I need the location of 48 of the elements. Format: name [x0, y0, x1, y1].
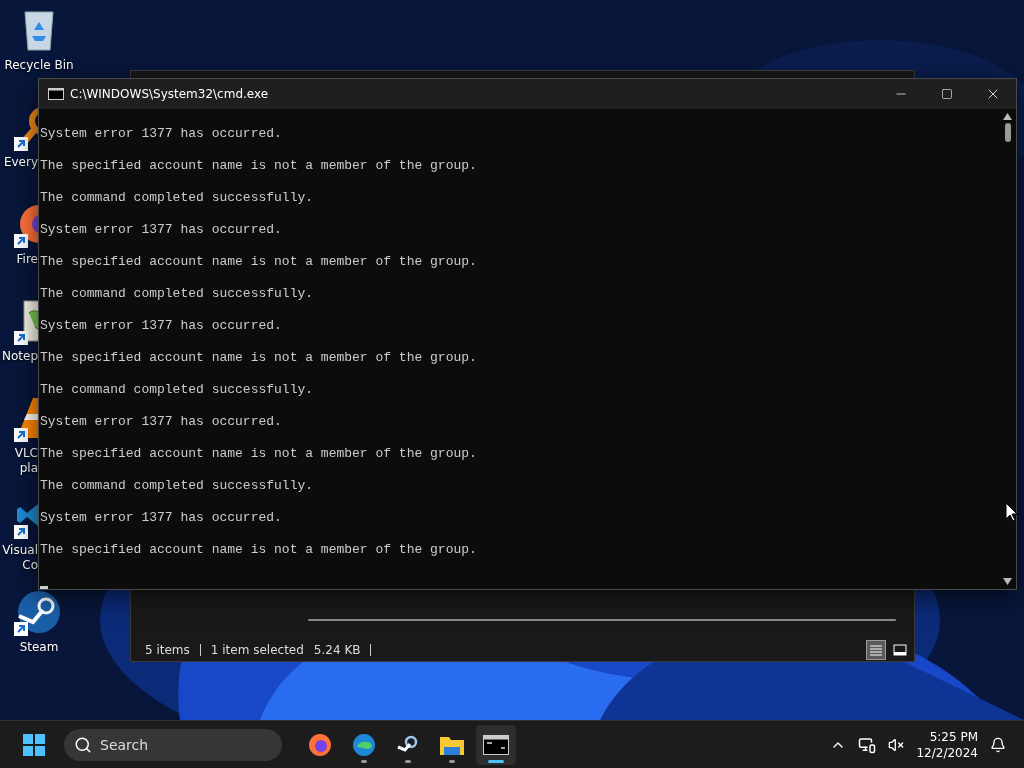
scroll-up-icon[interactable]	[1003, 113, 1012, 120]
console-line: System error 1377 has occurred.	[40, 221, 283, 239]
clock-date: 12/2/2024	[916, 744, 978, 761]
text-cursor	[40, 586, 48, 589]
console-line: System error 1377 has occurred.	[40, 125, 283, 143]
console-line: The specified account name is not a member of the group.	[40, 157, 478, 175]
window-title: C:\WINDOWS\System32\cmd.exe	[70, 87, 269, 101]
taskbar-app-button[interactable]	[476, 724, 516, 765]
clock-time: 5:25 PM	[929, 728, 978, 745]
desktop-icon-label[interactable]: Visual	[2, 543, 38, 558]
desktop-icon-label[interactable]: Notep	[1, 349, 38, 364]
console-line: The specified account name is not a member of the group.	[40, 253, 478, 271]
console-line: The command completed successfully.	[40, 285, 315, 303]
desktop-icon-label[interactable]: Recycle Bin	[4, 58, 74, 73]
search-icon	[74, 735, 92, 754]
status-text: 1 item selected	[210, 643, 305, 657]
horizontal-scrollbar[interactable]	[308, 619, 896, 621]
desktop-icon-label[interactable]: Steam	[19, 640, 59, 655]
console-icon	[48, 88, 64, 100]
firefox-icon	[308, 732, 332, 757]
console-line: The specified account name is not a member of the group.	[40, 541, 478, 559]
preview-pane-icon	[893, 644, 907, 656]
clock[interactable]: 5:25 PM 12/2/2024	[910, 728, 984, 761]
console-line: The command completed successfully.	[40, 189, 315, 207]
console-line: The specified account name is not a member of the group.	[40, 445, 478, 463]
console-line: System error 1377 has occurred.	[40, 509, 283, 527]
search-box[interactable]: Search	[64, 728, 282, 761]
scroll-down-icon[interactable]	[1003, 578, 1012, 585]
scrollbar-thumb[interactable]	[1004, 123, 1011, 142]
desktop-icon-label[interactable]: VLC	[14, 446, 38, 461]
search-placeholder: Search	[100, 736, 149, 753]
console-line: System error 1377 has occurred.	[40, 413, 283, 431]
console-line: System error 1377 has occurred.	[40, 317, 283, 335]
console-line: The command completed successfully.	[40, 381, 315, 399]
windows-logo-icon	[22, 732, 46, 757]
desktop-icon-label[interactable]: Fire	[16, 252, 38, 267]
console-line: The command completed successfully.	[40, 477, 315, 495]
steam-icon	[15, 588, 63, 636]
desktop-icon-label[interactable]: Every	[3, 155, 38, 170]
list-icon	[869, 644, 883, 656]
maximize-icon	[941, 88, 953, 100]
console-line: The specified account name is not a member of the group.	[40, 349, 478, 367]
terminal-icon	[483, 734, 509, 755]
edge-icon	[352, 732, 376, 757]
desktop-icon-label[interactable]: Co	[22, 558, 38, 573]
desktop-icon-label[interactable]: pla	[19, 461, 38, 476]
status-text: 5 items	[145, 643, 191, 657]
status-text: 5.24 KB	[313, 643, 362, 657]
